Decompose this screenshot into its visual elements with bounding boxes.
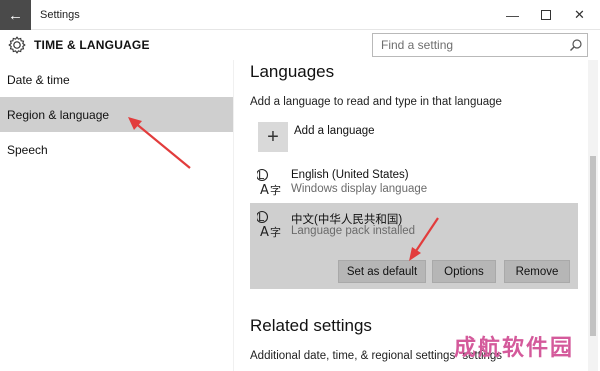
svg-text:A: A xyxy=(260,225,269,238)
related-settings-heading: Related settings xyxy=(250,316,372,335)
page-title: TIME & LANGUAGE xyxy=(34,38,150,52)
close-icon: ✕ xyxy=(574,7,585,22)
language-name: English (United States) xyxy=(291,169,409,181)
minimize-button[interactable]: — xyxy=(497,0,528,30)
additional-settings-link-text: Additional date, time, & regional settin… xyxy=(250,350,456,362)
language-item-english[interactable]: L A 字 English (United States) Windows di… xyxy=(250,163,578,199)
sidebar: Date & time Region & language Speech xyxy=(0,60,233,371)
maximize-button[interactable] xyxy=(530,0,561,30)
window-title: Settings xyxy=(40,9,80,21)
language-icon: L A 字 xyxy=(257,210,281,238)
language-status: Windows display language xyxy=(291,183,428,195)
svg-text:字: 字 xyxy=(270,183,281,196)
back-button[interactable]: ← xyxy=(0,0,31,30)
svg-text:A: A xyxy=(260,183,269,196)
annotation-arrow-icon xyxy=(128,117,191,169)
watermark: 成航软件园 xyxy=(454,336,575,361)
add-language-button[interactable]: + Add a language xyxy=(258,122,375,152)
remove-button[interactable]: Remove xyxy=(504,260,570,283)
gear-icon xyxy=(8,36,26,54)
svg-text:字: 字 xyxy=(270,225,281,238)
scrollbar-thumb[interactable] xyxy=(590,156,596,336)
search-box[interactable] xyxy=(372,33,588,57)
page-header: TIME & LANGUAGE xyxy=(0,30,600,60)
language-status: Language pack installed xyxy=(291,225,416,237)
languages-heading: Languages xyxy=(250,62,335,81)
add-language-label: Add a language xyxy=(294,125,375,137)
sidebar-item-date-time[interactable]: Date & time xyxy=(0,62,233,97)
plus-icon: + xyxy=(258,122,288,152)
arrow-left-icon: ← xyxy=(8,6,23,24)
title-bar: ← Settings — ✕ xyxy=(0,0,600,30)
content-divider xyxy=(233,60,234,371)
search-input[interactable] xyxy=(373,34,563,56)
maximize-icon xyxy=(540,10,551,20)
minimize-icon: — xyxy=(506,7,519,23)
languages-description: Add a language to read and type in that … xyxy=(250,96,502,108)
language-icon: L A 字 xyxy=(257,168,281,196)
search-icon[interactable] xyxy=(569,38,583,52)
annotation-arrow-icon xyxy=(409,217,439,261)
close-button[interactable]: ✕ xyxy=(564,0,595,30)
